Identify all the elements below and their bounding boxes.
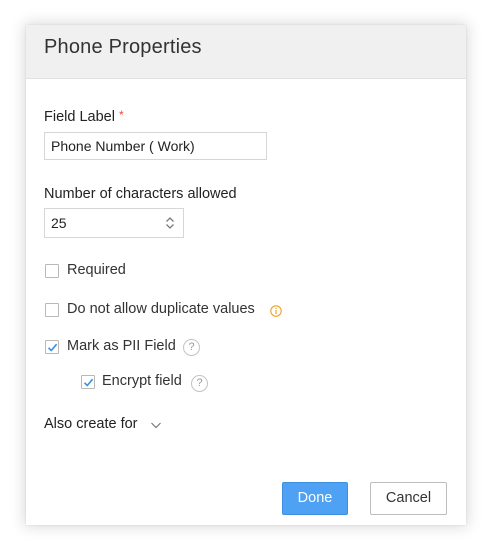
char-limit-label: Number of characters allowed (44, 186, 237, 202)
pii-help-icon[interactable]: ? (183, 339, 200, 356)
stepper-arrows-icon[interactable] (165, 215, 175, 231)
no-duplicates-checkbox[interactable] (45, 303, 59, 317)
required-label: Required (67, 262, 126, 278)
encrypt-field-label: Encrypt field (102, 373, 182, 389)
field-label-text: Field Label (44, 109, 115, 125)
phone-properties-dialog: Phone Properties Field Label* Number of … (26, 25, 466, 525)
cancel-button[interactable]: Cancel (370, 482, 447, 515)
also-create-for-toggle[interactable]: Also create for (44, 416, 138, 432)
no-duplicates-label: Do not allow duplicate values (67, 301, 255, 317)
required-star: * (118, 108, 124, 122)
dialog-header: Phone Properties (26, 25, 466, 79)
done-button[interactable]: Done (282, 482, 348, 515)
chevron-down-icon[interactable] (150, 420, 162, 430)
field-label-heading: Field Label * (44, 108, 124, 125)
page: Phone Properties Field Label* Number of … (0, 0, 492, 553)
checkmark-icon (47, 343, 58, 352)
pii-field-checkbox[interactable] (45, 340, 59, 354)
required-checkbox[interactable] (45, 264, 59, 278)
encrypt-help-icon[interactable]: ? (191, 375, 208, 392)
checkmark-icon (83, 378, 94, 387)
info-icon[interactable] (270, 305, 282, 317)
pii-field-label: Mark as PII Field (67, 338, 176, 354)
char-limit-stepper[interactable]: 25 (44, 208, 184, 238)
dialog-title: Phone Properties (44, 36, 202, 58)
char-limit-value: 25 (51, 215, 67, 231)
field-label-input[interactable] (44, 132, 267, 160)
encrypt-field-checkbox[interactable] (81, 375, 95, 389)
